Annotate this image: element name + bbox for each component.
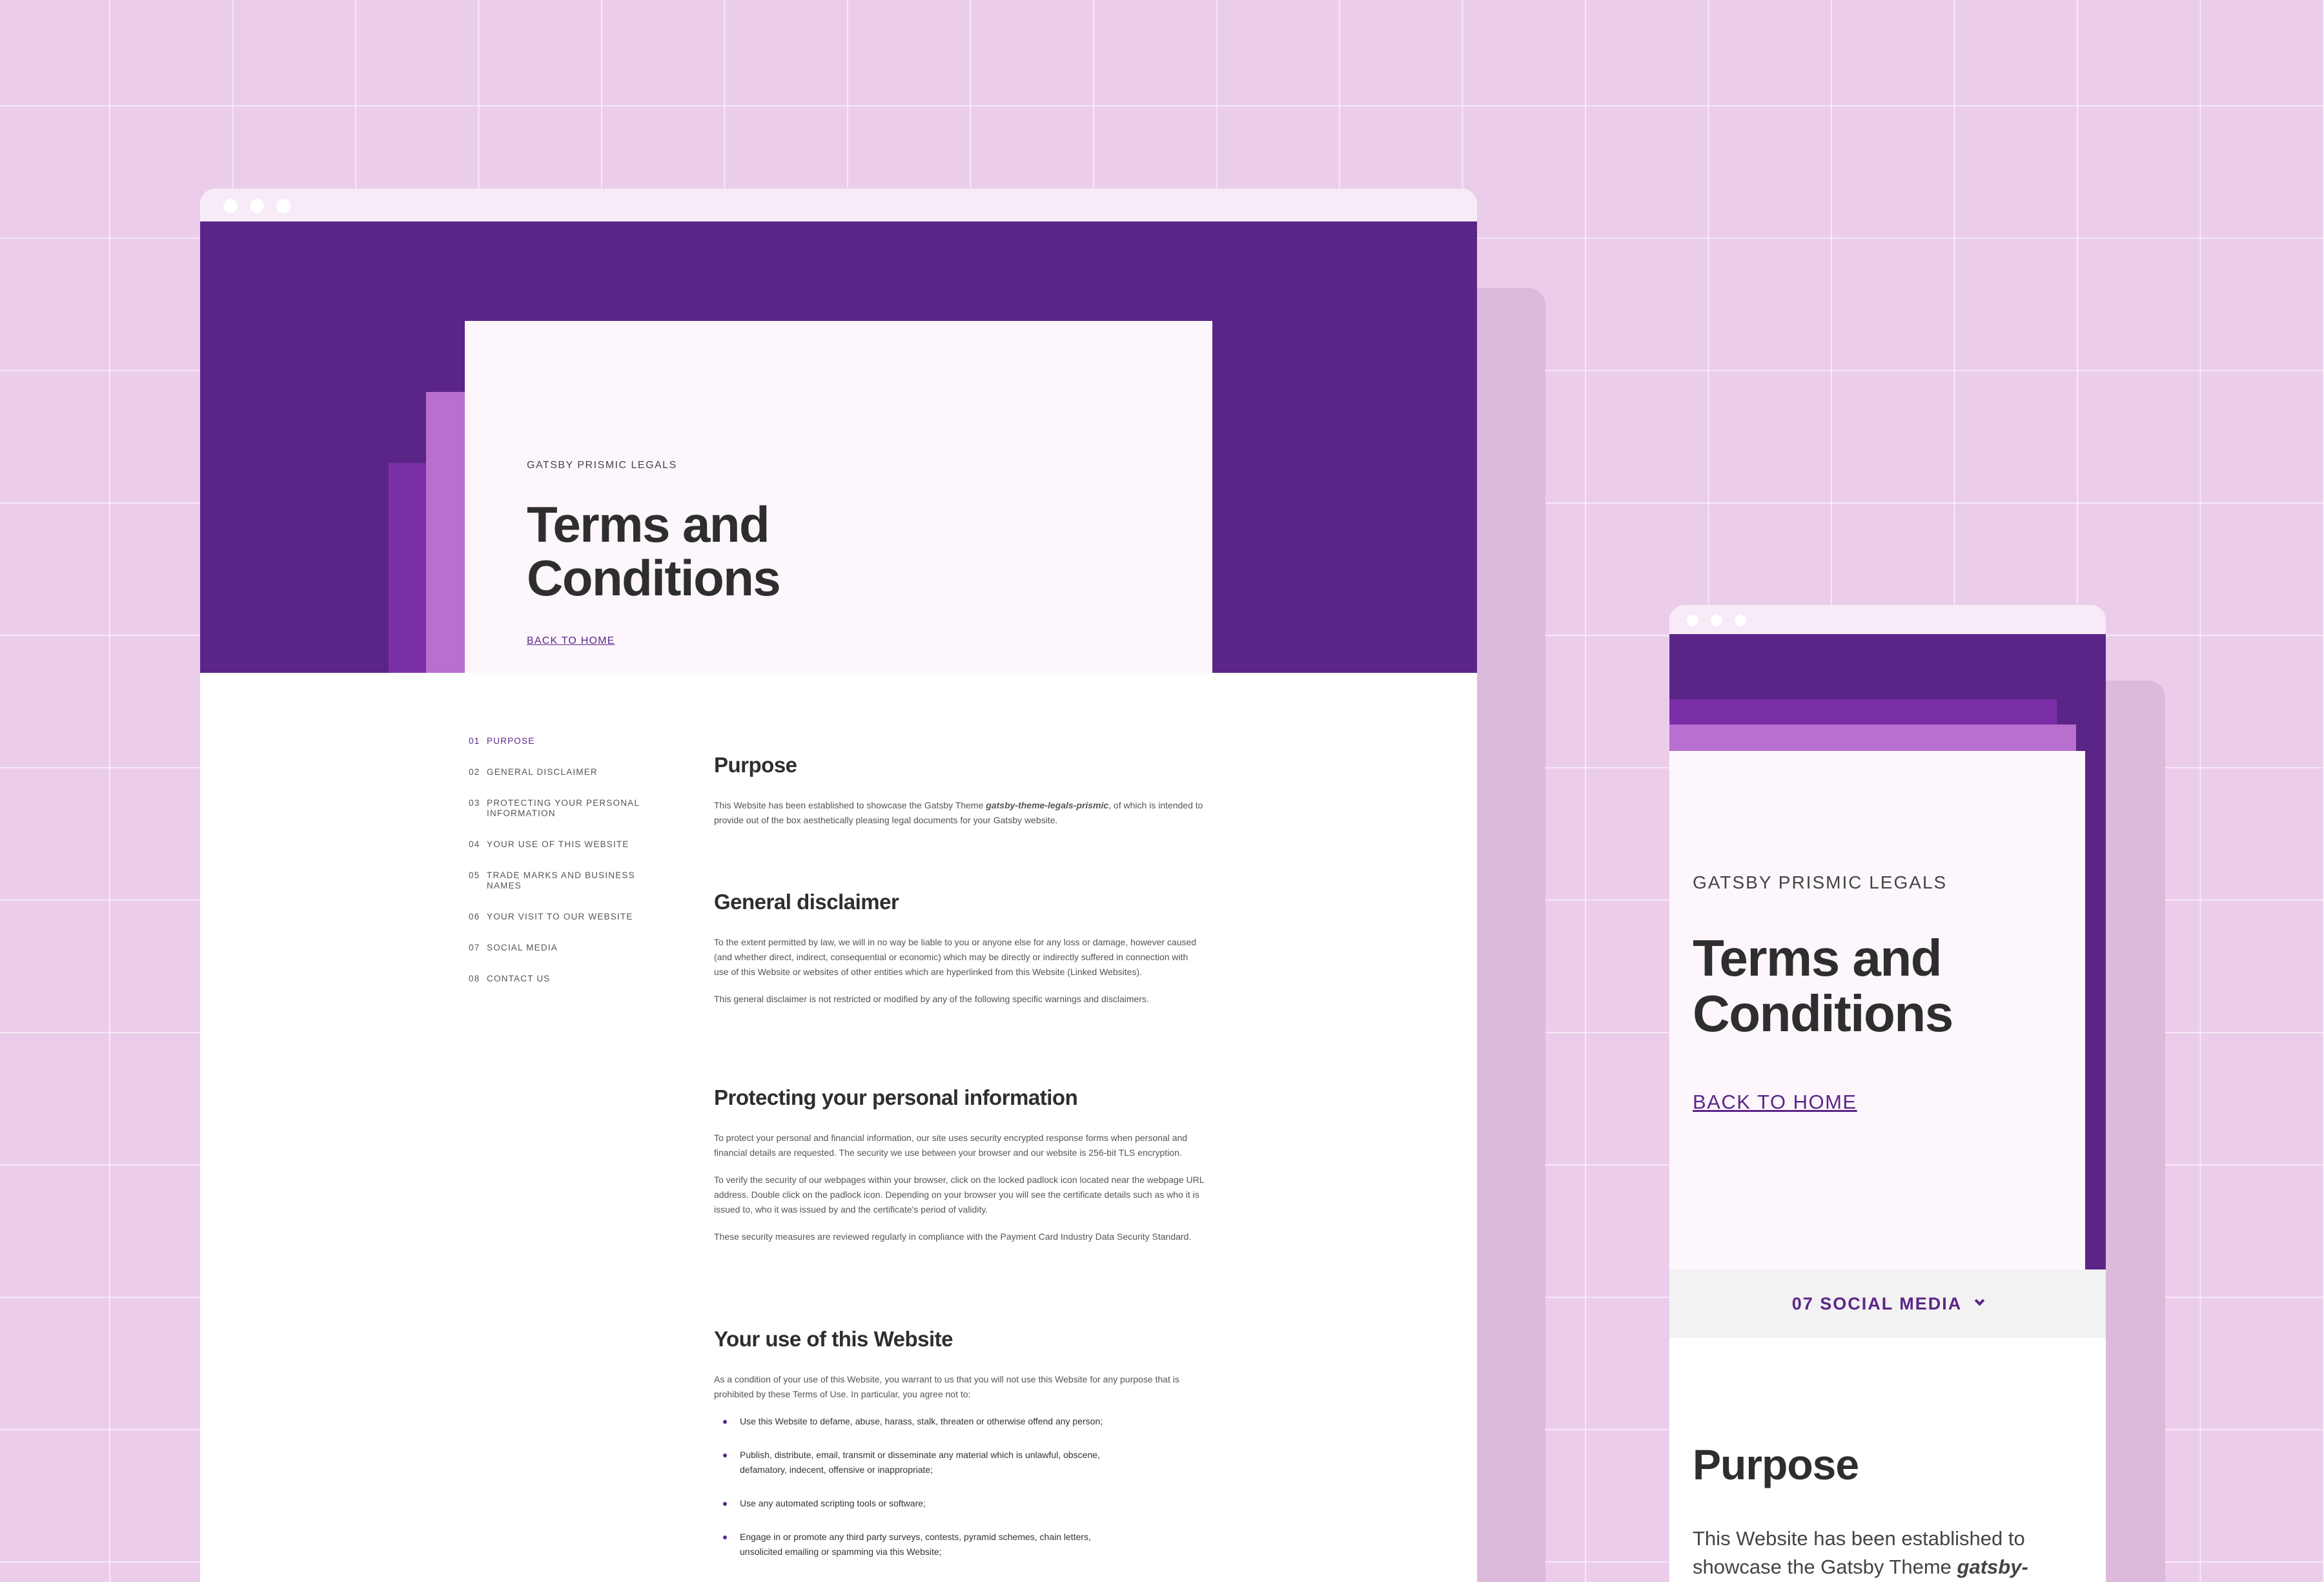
list-item: Publish, distribute, email, transmit or …	[714, 1448, 1127, 1477]
toc-item-protecting-personal-info[interactable]: 03 PROTECTING YOUR PERSONAL INFORMATION	[469, 798, 649, 819]
page-title: Terms and Conditions	[527, 496, 781, 607]
toc-number: 01	[469, 736, 480, 746]
toc-number: 03	[469, 798, 480, 808]
section-paragraph: To protect your personal and financial i…	[714, 1133, 1188, 1158]
section-paragraph: As a condition of your use of this Websi…	[714, 1374, 1179, 1399]
list-item: Use this Website to defame, abuse, haras…	[714, 1414, 1127, 1429]
toc-number: 05	[469, 870, 480, 880]
section-select-dropdown[interactable]: 07 SOCIAL MEDIA	[1669, 1269, 2106, 1338]
toc-label: PURPOSE	[487, 736, 535, 746]
toc-label: YOUR USE OF THIS WEBSITE	[487, 839, 629, 849]
section-paragraph: This Website has been established to sho…	[1693, 1525, 2086, 1582]
toc-number: 06	[469, 912, 480, 921]
section-paragraph: To the extent permitted by law, we will …	[714, 937, 1197, 977]
toc-label: CONTACT US	[487, 974, 551, 983]
section-heading: Purpose	[714, 753, 797, 777]
hero-card: GATSBY PRISMIC LEGALS Terms and Conditio…	[465, 321, 1212, 673]
toc-number: 04	[469, 839, 480, 849]
toc-number: 02	[469, 767, 480, 777]
toc-item-your-visit[interactable]: 06 YOUR VISIT TO OUR WEBSITE	[469, 912, 649, 922]
section-select-value: 07 SOCIAL MEDIA	[1791, 1293, 1962, 1313]
desktop-browser-window: GATSBY PRISMIC LEGALS Terms and Conditio…	[200, 189, 1477, 1582]
restrictions-list: Use this Website to defame, abuse, haras…	[714, 1414, 1205, 1559]
section-paragraph: To verify the security of our webpages w…	[714, 1175, 1205, 1215]
toc-label: YOUR VISIT TO OUR WEBSITE	[487, 912, 633, 921]
toc-label: TRADE MARKS AND BUSINESS NAMES	[487, 870, 635, 890]
page-title: Terms and Conditions	[1693, 929, 1953, 1042]
mobile-hero-card: GATSBY PRISMIC LEGALS Terms and Conditio…	[1669, 751, 2085, 1269]
section-paragraph: This general disclaimer is not restricte…	[714, 994, 1149, 1004]
section-heading: Purpose	[1693, 1441, 1859, 1488]
toc-item-trade-marks[interactable]: 05 TRADE MARKS AND BUSINESS NAMES	[469, 870, 649, 891]
toc-item-purpose[interactable]: 01 PURPOSE	[469, 736, 649, 746]
toc-label: PROTECTING YOUR PERSONAL INFORMATION	[487, 798, 640, 818]
toc-item-general-disclaimer[interactable]: 02 GENERAL DISCLAIMER	[469, 767, 649, 777]
toc-item-contact-us[interactable]: 08 CONTACT US	[469, 974, 649, 984]
decorative-band-light	[1669, 724, 2076, 753]
section-general-disclaimer: General disclaimer To the extent permitt…	[714, 890, 1205, 1019]
paragraph-text: This Website has been established to sho…	[714, 800, 986, 810]
mobile-hero-banner: GATSBY PRISMIC LEGALS Terms and Conditio…	[1669, 634, 2106, 1269]
section-purpose: Purpose This Website has been establishe…	[714, 753, 1205, 840]
list-item: Engage in or promote any third party sur…	[714, 1530, 1127, 1559]
section-heading: Your use of this Website	[714, 1327, 953, 1351]
list-item: Use any automated scripting tools or sof…	[714, 1496, 1127, 1511]
site-eyebrow: GATSBY PRISMIC LEGALS	[1693, 872, 1948, 892]
section-your-use: Your use of this Website As a condition …	[714, 1327, 1205, 1578]
toc-label: GENERAL DISCLAIMER	[487, 767, 598, 777]
window-minimize-dot[interactable]	[250, 199, 264, 213]
browser-titlebar	[1669, 605, 2106, 634]
section-paragraph: This Website has been established to sho…	[714, 798, 1205, 828]
toc-number: 08	[469, 974, 480, 983]
site-eyebrow: GATSBY PRISMIC LEGALS	[527, 460, 677, 471]
toc-item-your-use[interactable]: 04 YOUR USE OF THIS WEBSITE	[469, 839, 649, 850]
decorative-band-dark	[1669, 699, 2057, 728]
hero-banner: GATSBY PRISMIC LEGALS Terms and Conditio…	[200, 221, 1477, 673]
back-to-home-link[interactable]: BACK TO HOME	[527, 635, 615, 647]
theme-name: gatsby-theme-legals-prismic	[986, 800, 1109, 810]
browser-titlebar	[200, 189, 1477, 221]
section-paragraph: These security measures are reviewed reg…	[714, 1231, 1192, 1242]
section-protecting-personal-info: Protecting your personal information To …	[714, 1085, 1205, 1257]
section-heading: General disclaimer	[714, 890, 899, 914]
toc-item-social-media[interactable]: 07 SOCIAL MEDIA	[469, 943, 649, 953]
chevron-down-icon	[1975, 1295, 1985, 1306]
mobile-browser-window: GATSBY PRISMIC LEGALS Terms and Conditio…	[1669, 605, 2106, 1582]
window-maximize-dot[interactable]	[276, 199, 290, 213]
toc-label: SOCIAL MEDIA	[487, 943, 558, 952]
section-heading: Protecting your personal information	[714, 1085, 1078, 1109]
window-maximize-dot[interactable]	[1735, 615, 1746, 626]
back-to-home-link[interactable]: BACK TO HOME	[1693, 1091, 1857, 1114]
table-of-contents: 01 PURPOSE 02 GENERAL DISCLAIMER 03 PROTECT…	[469, 736, 649, 1005]
toc-number: 07	[469, 943, 480, 952]
window-minimize-dot[interactable]	[1711, 615, 1722, 626]
window-close-dot[interactable]	[223, 199, 238, 213]
window-close-dot[interactable]	[1687, 615, 1698, 626]
